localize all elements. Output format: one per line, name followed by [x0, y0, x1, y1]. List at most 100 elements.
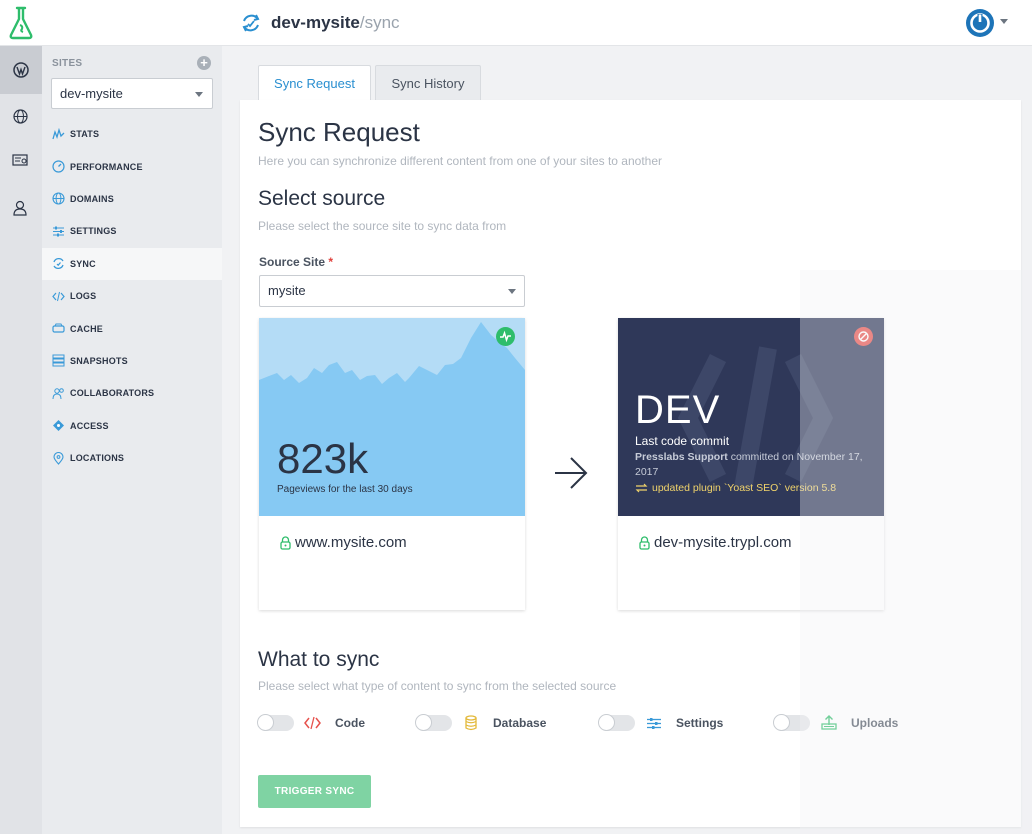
- sidebar-item-label: SETTINGS: [70, 226, 117, 237]
- tab-sync-request[interactable]: Sync Request: [258, 65, 371, 101]
- sliders-icon: [52, 225, 65, 238]
- dev-environment-panel: DEV Last code commit Presslabs Support c…: [618, 318, 884, 516]
- arrow-right-icon: [555, 457, 588, 489]
- sidebar-item-label: SNAPSHOTS: [70, 355, 128, 366]
- sidebar-item-sync[interactable]: SYNC: [42, 247, 222, 280]
- icon-rail: [0, 46, 42, 834]
- activity-status-badge: [496, 327, 515, 346]
- blocked-icon: [858, 331, 869, 342]
- lock-icon: [280, 535, 291, 550]
- settings-toggle[interactable]: [598, 714, 635, 731]
- rail-item-billing[interactable]: [10, 151, 30, 171]
- cache-icon: [52, 322, 65, 335]
- sync-option-code[interactable]: Code: [257, 713, 365, 733]
- breadcrumb-page: sync: [364, 13, 400, 32]
- sidebar-item-collaborators[interactable]: COLLABORATORS: [42, 377, 222, 409]
- sync-icon: [52, 257, 65, 270]
- trigger-sync-button[interactable]: TRIGGER SYNC: [258, 775, 371, 808]
- blocked-status-badge: [854, 327, 873, 346]
- power-icon[interactable]: [965, 8, 995, 38]
- flask-logo-icon[interactable]: [6, 5, 36, 41]
- sidebar-item-settings[interactable]: SETTINGS: [42, 215, 222, 247]
- site-select[interactable]: dev-mysite: [51, 78, 213, 109]
- sync-option-label: Settings: [676, 716, 724, 730]
- commit-message-text: updated plugin `Yoast SEO` version 5.8: [652, 482, 837, 494]
- select-source-title: Select source: [258, 187, 386, 210]
- source-site-url-text: www.mysite.com: [295, 534, 407, 551]
- performance-icon: [52, 160, 65, 173]
- sidebar-item-locations[interactable]: LOCATIONS: [42, 442, 222, 474]
- code-toggle[interactable]: [257, 714, 294, 731]
- select-source-subtitle: Please select the source site to sync da…: [258, 219, 507, 233]
- breadcrumb-site[interactable]: dev-mysite: [271, 13, 360, 33]
- globe-icon: [52, 192, 65, 206]
- what-to-sync-title: What to sync: [258, 648, 380, 671]
- uploads-toggle[interactable]: [773, 714, 810, 731]
- required-mark: *: [328, 255, 334, 269]
- add-site-button[interactable]: +: [197, 56, 211, 70]
- page-subtitle: Here you can synchronize different conte…: [258, 154, 663, 168]
- sidebar-item-label: ACCESS: [70, 420, 109, 431]
- source-site-select[interactable]: mysite: [259, 275, 525, 307]
- sidebar: SITES + dev-mysite STATS PERFORMANCE DOM…: [42, 46, 222, 834]
- last-commit-info: Presslabs Support committed on November …: [635, 450, 873, 480]
- sync-icon: [242, 14, 260, 32]
- sidebar-item-performance[interactable]: PERFORMANCE: [42, 150, 222, 182]
- lock-icon: [639, 535, 650, 550]
- rail-item-domains[interactable]: [10, 106, 30, 126]
- sync-option-database[interactable]: Database: [415, 713, 547, 733]
- collaborators-icon: [52, 387, 65, 400]
- sidebar-item-access[interactable]: ACCESS: [42, 410, 222, 442]
- tab-sync-history[interactable]: Sync History: [375, 65, 481, 100]
- sidebar-item-logs[interactable]: LOGS: [42, 280, 222, 312]
- globe-icon: [12, 108, 28, 124]
- destination-site-url[interactable]: dev-mysite.trypl.com: [639, 534, 792, 551]
- source-site-url[interactable]: www.mysite.com: [280, 534, 407, 551]
- chevron-down-icon[interactable]: [1000, 19, 1008, 24]
- pulse-icon: [500, 330, 511, 343]
- destination-site-url-text: dev-mysite.trypl.com: [654, 534, 792, 551]
- sidebar-nav: STATS PERFORMANCE DOMAINS SETTINGS SYNC …: [42, 118, 222, 474]
- snapshots-icon: [52, 354, 65, 367]
- destination-site-card[interactable]: DEV Last code commit Presslabs Support c…: [618, 318, 884, 610]
- pageviews-value: 823k: [277, 435, 369, 482]
- breadcrumb: dev-mysite / sync: [240, 11, 400, 35]
- sync-option-label: Code: [335, 716, 365, 730]
- database-toggle[interactable]: [415, 714, 452, 731]
- sidebar-item-domains[interactable]: DOMAINS: [42, 183, 222, 215]
- source-site-card[interactable]: 823k Pageviews for the last 30 days www.…: [259, 318, 525, 610]
- what-to-sync-subtitle: Please select what type of content to sy…: [258, 679, 617, 693]
- chevron-down-icon: [195, 92, 203, 97]
- stats-icon: [52, 127, 65, 141]
- user-icon: [13, 200, 27, 216]
- site-select-value: dev-mysite: [60, 86, 123, 101]
- upload-icon: [820, 715, 837, 732]
- sidebar-item-label: LOCATIONS: [70, 453, 125, 464]
- rail-item-account[interactable]: [10, 198, 30, 218]
- wordpress-icon: [13, 62, 29, 78]
- top-bar: dev-mysite / sync: [0, 0, 1032, 46]
- sync-option-uploads[interactable]: Uploads: [773, 713, 899, 733]
- pageviews-chart: 823k Pageviews for the last 30 days: [259, 318, 525, 516]
- sync-option-label: Uploads: [851, 716, 899, 730]
- sidebar-item-label: DOMAINS: [70, 193, 114, 204]
- sidebar-item-label: CACHE: [70, 323, 104, 334]
- code-icon: [304, 715, 321, 732]
- sync-option-label: Database: [493, 716, 547, 730]
- sidebar-item-cache[interactable]: CACHE: [42, 312, 222, 344]
- billing-icon: [12, 154, 28, 166]
- commit-message: updated plugin `Yoast SEO` version 5.8: [635, 482, 836, 494]
- sync-option-settings[interactable]: Settings: [598, 713, 724, 733]
- rail-item-wordpress[interactable]: [0, 46, 42, 94]
- sidebar-item-stats[interactable]: STATS: [42, 118, 222, 150]
- last-commit-title: Last code commit: [635, 434, 730, 448]
- access-icon: [52, 419, 65, 432]
- chevron-down-icon: [508, 289, 516, 294]
- sliders-icon: [645, 715, 662, 732]
- sidebar-item-snapshots[interactable]: SNAPSHOTS: [42, 345, 222, 377]
- commit-author: Presslabs Support: [635, 451, 728, 463]
- environment-label: DEV: [635, 388, 721, 432]
- sidebar-item-label: SYNC: [70, 258, 96, 269]
- code-icon: [52, 290, 65, 303]
- source-site-label: Source Site *: [259, 255, 333, 269]
